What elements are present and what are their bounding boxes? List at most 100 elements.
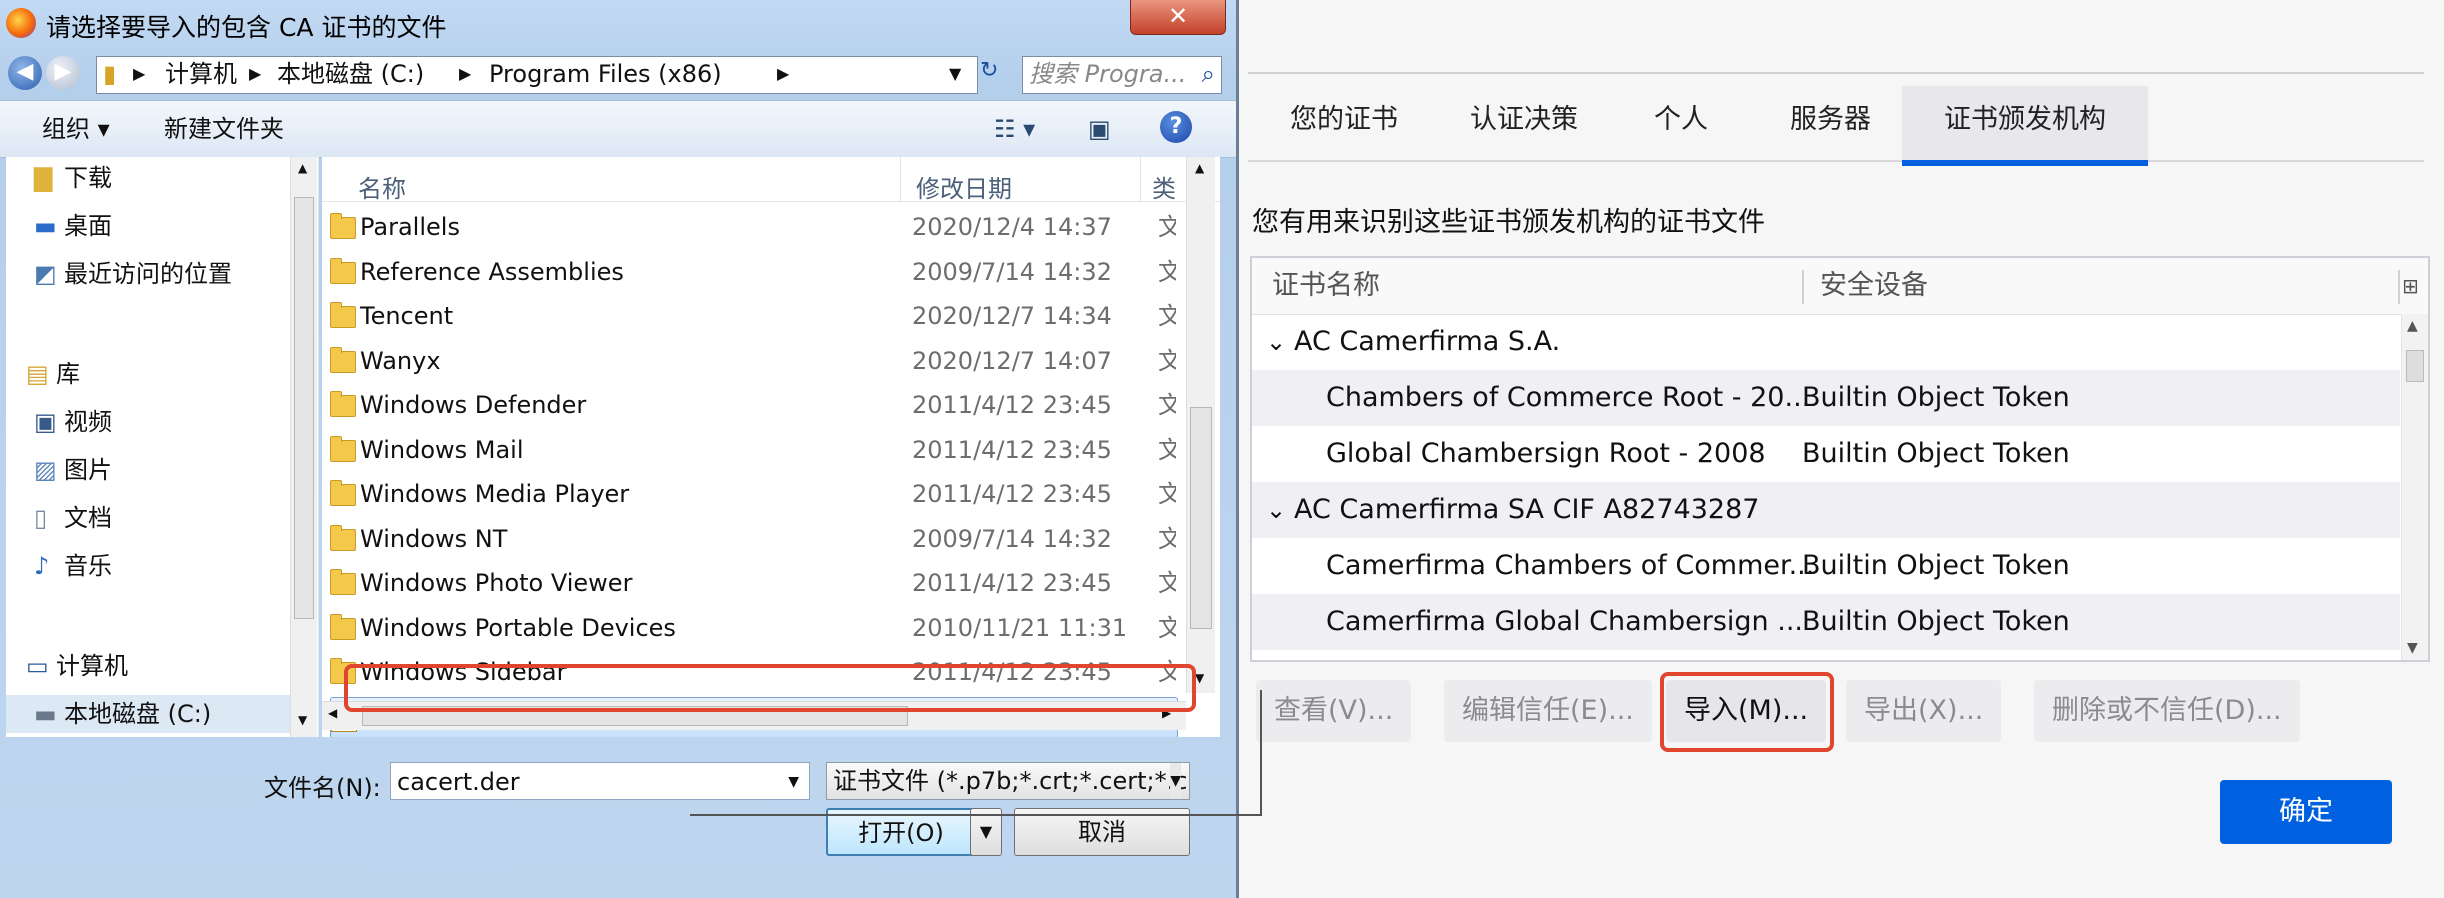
folder-row[interactable]: Reference Assemblies 2009/7/14 14:32 文 [330, 252, 1176, 292]
scroll-up-icon[interactable]: ▲ [298, 161, 307, 175]
column-security-device[interactable]: 安全设备 [1820, 258, 1928, 314]
breadcrumb-program-files[interactable]: Program Files (x86) [489, 57, 722, 91]
refresh-icon[interactable]: ↻ [980, 58, 998, 83]
scroll-down-icon[interactable]: ▼ [1195, 671, 1204, 685]
tree-group-row[interactable]: ⌄ AC Camerfirma SA CIF A82743287 [1252, 482, 2400, 538]
file-date: 2020/12/7 14:07 [912, 346, 1112, 375]
nav-item[interactable]: ▤ 库 [6, 355, 290, 393]
file-type: 文 [1158, 569, 1176, 597]
tab-your-certificates[interactable]: 您的证书 [1248, 86, 1440, 160]
nav-item[interactable]: ♪ 音乐 [6, 547, 290, 585]
chevron-down-icon[interactable]: ⌄ [1266, 314, 1288, 370]
security-device: Builtin Object Token [1802, 606, 2070, 637]
tab-servers[interactable]: 服务器 [1748, 86, 1913, 160]
nav-item[interactable]: ▣ 视频 [6, 403, 290, 441]
tab-authorities[interactable]: 证书颁发机构 [1902, 86, 2148, 166]
folder-row[interactable]: Windows Photo Viewer 2011/4/12 23:45 文 [330, 563, 1176, 603]
tree-scrollbar[interactable]: ▲ ▼ [2401, 314, 2428, 660]
preview-pane-icon[interactable]: ▣ [1088, 101, 1111, 157]
folder-row[interactable]: Windows Portable Devices 2010/11/21 11:31… [330, 608, 1176, 648]
file-type: 文 [1158, 257, 1176, 286]
certificate-tree[interactable]: 证书名称 安全设备 ⊞ ⌄ AC Camerfirma S.A. Chambers … [1250, 256, 2430, 662]
forward-icon[interactable]: ▶ [46, 56, 80, 90]
close-button[interactable]: ✕ [1130, 0, 1226, 35]
nav-item[interactable]: ▯ 文档 [6, 499, 290, 537]
tree-item-row[interactable]: Global Chambersign Root - 2008 Builtin Ob… [1252, 426, 2400, 482]
back-icon[interactable]: ◀ [8, 56, 42, 90]
chevron-down-icon[interactable]: ▼ [949, 57, 961, 91]
nav-item[interactable]: ▭ 计算机 [6, 647, 290, 685]
folder-row[interactable]: Windows Mail 2011/4/12 23:45 文 [330, 430, 1176, 470]
scroll-thumb[interactable] [2406, 350, 2424, 382]
nav-item[interactable]: ▬ 本地磁盘 (C:) [6, 695, 290, 733]
folder-row[interactable]: Tencent 2020/12/7 14:34 文 [330, 296, 1176, 336]
nav-item[interactable]: ▬ 桌面 [6, 207, 290, 245]
organize-menu[interactable]: 组织 ▾ [42, 101, 110, 157]
file-list-vscrollbar[interactable]: ▲ ▼ [1186, 157, 1215, 693]
column-separator [1140, 157, 1141, 201]
folder-row[interactable]: Windows NT 2009/7/14 14:32 文 [330, 519, 1176, 559]
export-button[interactable]: 导出(X)... [1846, 680, 2002, 742]
nav-scrollbar[interactable]: ▲ ▼ [290, 157, 317, 737]
help-icon[interactable]: ? [1160, 111, 1192, 143]
folder-row[interactable]: Parallels 2020/12/4 14:37 文 [330, 207, 1176, 247]
nav-item[interactable]: ▨ 图片 [6, 451, 290, 489]
tab-authentication-decisions[interactable]: 认证决策 [1428, 86, 1620, 160]
certificate-manager-window: 您的证书 认证决策 个人 服务器 证书颁发机构 您有用来识别这些证书颁发机构的证… [1200, 0, 2444, 898]
folder-icon [330, 480, 356, 506]
search-input[interactable]: 搜索 Progra... ⌕ [1022, 56, 1222, 94]
chevron-down-icon[interactable]: ▼ [1170, 763, 1181, 799]
file-type: 文 [1158, 346, 1176, 375]
chevron-right-icon[interactable]: ▶ [777, 57, 789, 91]
tree-item-row[interactable]: Camerfirma Chambers of Commer... Builtin … [1252, 538, 2400, 594]
column-name[interactable]: 名称 [358, 169, 406, 204]
breadcrumb-local-disk[interactable]: 本地磁盘 (C:) [277, 57, 424, 91]
edit-trust-button[interactable]: 编辑信任(E)... [1444, 680, 1652, 742]
tab-people[interactable]: 个人 [1612, 86, 1750, 160]
scroll-up-icon[interactable]: ▲ [2407, 318, 2418, 334]
column-type[interactable]: 类 [1152, 169, 1176, 204]
filename-input[interactable]: cacert.der ▼ [390, 762, 810, 800]
scroll-up-icon[interactable]: ▲ [1195, 161, 1204, 175]
address-bar[interactable]: ▮ ▶ 计算机 ▶ 本地磁盘 (C:) ▶ Program Files (x86… [96, 56, 978, 94]
search-icon[interactable]: ⌕ [1202, 57, 1215, 91]
folder-row[interactable]: Windows Media Player 2011/4/12 23:45 文 [330, 474, 1176, 514]
column-certificate-name[interactable]: 证书名称 [1272, 258, 1380, 314]
folder-row[interactable]: Wanyx 2020/12/7 14:07 文 [330, 341, 1176, 381]
ok-button[interactable]: 确定 [2220, 780, 2392, 844]
tab-bar: 您的证书 认证决策 个人 服务器 证书颁发机构 [1248, 86, 2424, 166]
nav-item-label: 库 [56, 360, 80, 388]
chevron-right-icon[interactable]: ▶ [133, 57, 145, 91]
column-date-modified[interactable]: 修改日期 [916, 169, 1012, 204]
view-button[interactable]: 查看(V)... [1256, 680, 1412, 742]
scroll-thumb[interactable] [1190, 407, 1212, 629]
tree-header: 证书名称 安全设备 ⊞ [1252, 258, 2428, 315]
chevron-down-icon[interactable]: ▼ [788, 763, 799, 801]
view-options-icon[interactable]: ☷ ▾ [994, 101, 1035, 157]
column-picker-icon[interactable]: ⊞ [2402, 258, 2419, 314]
scroll-left-icon[interactable]: ◀ [328, 706, 337, 720]
chevron-right-icon[interactable]: ▶ [459, 57, 471, 91]
delete-distrust-button[interactable]: 删除或不信任(D)... [2034, 680, 2300, 742]
file-name: Windows NT [360, 524, 508, 553]
breadcrumb-computer[interactable]: 计算机 [165, 57, 237, 91]
scroll-thumb[interactable] [294, 197, 314, 619]
folder-icon: ▮ [103, 60, 117, 88]
nav-item[interactable]: ▇ 下载 [6, 159, 290, 197]
folder-icon [330, 302, 356, 328]
folder-row[interactable]: Windows Defender 2011/4/12 23:45 文 [330, 385, 1176, 425]
certificate-name-text: AC Camerfirma S.A. [1294, 326, 1561, 357]
file-type: 文 [1158, 613, 1176, 642]
filetype-select[interactable]: 证书文件 (*.p7b;*.crt;*.cert;*.c ▼ [826, 762, 1190, 800]
file-date: 2010/11/21 11:31 [912, 613, 1128, 642]
new-folder-button[interactable]: 新建文件夹 [164, 101, 284, 157]
tree-item-row[interactable]: Camerfirma Global Chambersign ... Builtin… [1252, 594, 2400, 650]
scroll-down-icon[interactable]: ▼ [298, 713, 307, 727]
scroll-down-icon[interactable]: ▼ [2407, 640, 2418, 656]
tree-item-row[interactable]: Chambers of Commerce Root - 20... Builtin… [1252, 370, 2400, 426]
chevron-right-icon[interactable]: ▶ [249, 57, 261, 91]
file-date: 2011/4/12 23:45 [912, 480, 1112, 508]
tree-group-row[interactable]: ⌄ AC Camerfirma S.A. [1252, 314, 2400, 370]
nav-item[interactable]: ◩ 最近访问的位置 [6, 255, 290, 293]
chevron-down-icon[interactable]: ⌄ [1266, 482, 1288, 538]
